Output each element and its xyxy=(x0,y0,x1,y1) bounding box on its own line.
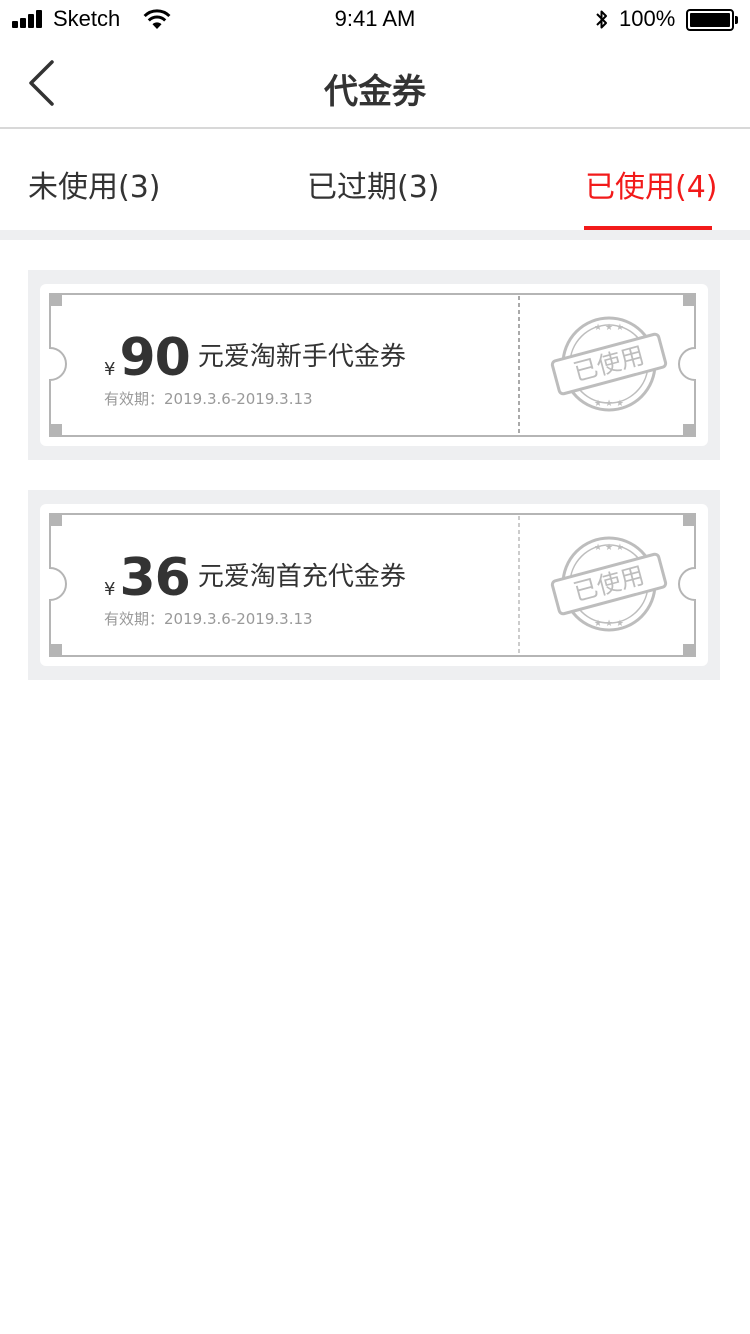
currency-symbol: ¥ xyxy=(104,359,116,380)
coupon-title: ¥36 元爱淘首充代金券 xyxy=(104,548,406,608)
coupon-title: ¥90 元爱淘新手代金券 xyxy=(104,328,406,388)
coupon-name: 元爱淘首充代金券 xyxy=(197,562,406,592)
coupon-name: 元爱淘新手代金券 xyxy=(197,342,406,372)
validity-range: 2019.3.6-2019.3.13 xyxy=(164,390,313,408)
validity-label: 有效期： xyxy=(104,390,165,408)
tab-expired[interactable]: 已过期(3) xyxy=(307,162,440,206)
section-divider xyxy=(0,230,750,240)
status-bar: Sketch 9:41 AM 100% xyxy=(0,0,750,40)
validity-range: 2019.3.6-2019.3.13 xyxy=(164,610,313,628)
validity-label: 有效期： xyxy=(104,610,165,628)
coupon-card[interactable]: ¥90 元爱淘新手代金券 有效期：2019.3.6-2019.3.13 ★ ★ ★… xyxy=(28,270,720,460)
navigation-bar: 代金券 xyxy=(0,40,750,129)
svg-text:★ ★ ★: ★ ★ ★ xyxy=(594,619,624,629)
coupon-ticket: ¥90 元爱淘新手代金券 有效期：2019.3.6-2019.3.13 ★ ★ ★… xyxy=(40,284,708,446)
tab-used[interactable]: 已使用(4) xyxy=(585,162,718,206)
bluetooth-icon xyxy=(596,10,607,29)
coupon-card[interactable]: ¥36 元爱淘首充代金券 有效期：2019.3.6-2019.3.13 ★ ★ ★… xyxy=(28,490,720,680)
coupon-amount: 36 xyxy=(119,548,190,608)
svg-text:★ ★ ★: ★ ★ ★ xyxy=(594,323,624,333)
tab-bar: 未使用(3) 已过期(3) 已使用(4) xyxy=(0,130,750,230)
battery-percentage: 100% xyxy=(619,6,676,31)
currency-symbol: ¥ xyxy=(104,579,116,600)
battery-icon xyxy=(686,9,738,31)
svg-text:★ ★ ★: ★ ★ ★ xyxy=(594,399,624,409)
page-title: 代金券 xyxy=(324,72,426,112)
coupon-ticket: ¥36 元爱淘首充代金券 有效期：2019.3.6-2019.3.13 ★ ★ ★… xyxy=(40,504,708,666)
used-stamp-icon: ★ ★ ★ ★ ★ ★ 已使用 xyxy=(550,536,668,632)
coupon-validity: 有效期：2019.3.6-2019.3.13 xyxy=(104,608,313,629)
coupon-amount: 90 xyxy=(119,328,190,388)
coupon-validity: 有效期：2019.3.6-2019.3.13 xyxy=(104,388,313,409)
svg-text:★ ★ ★: ★ ★ ★ xyxy=(594,543,624,553)
used-stamp-icon: ★ ★ ★ ★ ★ ★ 已使用 xyxy=(550,316,668,412)
tab-unused[interactable]: 未使用(3) xyxy=(28,162,161,206)
